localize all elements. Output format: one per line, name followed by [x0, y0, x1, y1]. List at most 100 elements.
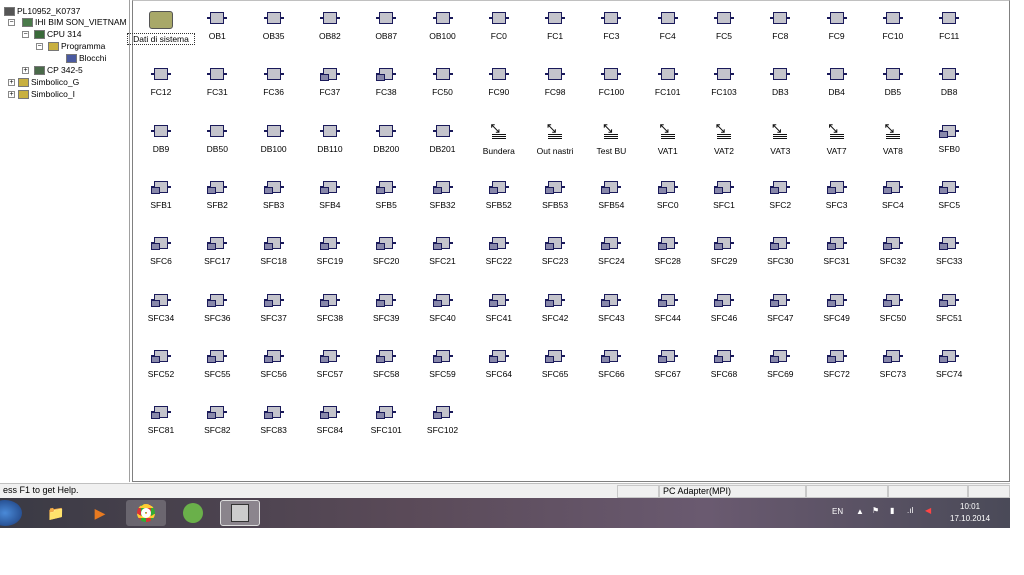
- block-item[interactable]: FC10: [865, 11, 921, 41]
- block-item[interactable]: DB9: [133, 124, 189, 154]
- block-item[interactable]: SFC84: [302, 405, 358, 435]
- block-item[interactable]: FC103: [696, 67, 752, 97]
- block-item[interactable]: SFC21: [415, 236, 471, 266]
- block-item[interactable]: FC90: [471, 67, 527, 97]
- block-item[interactable]: DB100: [246, 124, 302, 154]
- block-item[interactable]: ⤡ Bundera: [471, 123, 527, 156]
- block-item[interactable]: SFC47: [752, 293, 808, 323]
- block-item[interactable]: FC38: [358, 67, 414, 97]
- block-item[interactable]: SFC64: [471, 349, 527, 379]
- block-item[interactable]: Dati di sistema: [127, 11, 195, 45]
- tree-node[interactable]: Programma: [48, 40, 105, 52]
- block-item[interactable]: SFC55: [189, 349, 245, 379]
- tree-node[interactable]: CP 342-5: [34, 64, 83, 76]
- block-item[interactable]: DB4: [809, 67, 865, 97]
- block-item[interactable]: SFC18: [246, 236, 302, 266]
- tree-expander[interactable]: +: [22, 67, 29, 74]
- start-button-icon[interactable]: [0, 500, 22, 526]
- block-item[interactable]: SFB54: [583, 180, 639, 210]
- block-item[interactable]: OB82: [302, 11, 358, 41]
- block-item[interactable]: SFC72: [809, 349, 865, 379]
- block-item[interactable]: SFC59: [415, 349, 471, 379]
- block-item[interactable]: SFC74: [921, 349, 977, 379]
- clock-date[interactable]: 17.10.2014: [950, 514, 990, 523]
- media-player-icon[interactable]: ▶: [80, 500, 120, 526]
- block-item[interactable]: SFC57: [302, 349, 358, 379]
- block-item[interactable]: SFC73: [865, 349, 921, 379]
- block-item[interactable]: OB87: [358, 11, 414, 41]
- block-item[interactable]: DB8: [921, 67, 977, 97]
- block-item[interactable]: SFC4: [865, 180, 921, 210]
- tree-node[interactable]: Simbolico_G: [18, 76, 79, 88]
- tree-node[interactable]: CPU 314: [34, 28, 82, 40]
- block-item[interactable]: SFB53: [527, 180, 583, 210]
- block-item[interactable]: FC12: [133, 67, 189, 97]
- block-item[interactable]: FC31: [189, 67, 245, 97]
- block-item[interactable]: DB3: [752, 67, 808, 97]
- explorer-icon[interactable]: 📁: [36, 500, 76, 526]
- block-item[interactable]: SFC101: [358, 405, 414, 435]
- block-item[interactable]: FC0: [471, 11, 527, 41]
- tree-node[interactable]: IHI BIM SON_VIETNAM: [22, 16, 127, 28]
- block-item[interactable]: SFC5: [921, 180, 977, 210]
- tree-expander[interactable]: −: [22, 31, 29, 38]
- tree-expander[interactable]: +: [8, 91, 15, 98]
- block-item[interactable]: SFC40: [415, 293, 471, 323]
- block-item[interactable]: SFC51: [921, 293, 977, 323]
- block-item[interactable]: ⤡ Out nastri: [527, 123, 583, 156]
- network-signal-icon[interactable]: .ıl: [907, 506, 913, 515]
- block-item[interactable]: SFC20: [358, 236, 414, 266]
- block-item[interactable]: SFC49: [809, 293, 865, 323]
- tree-node[interactable]: Simbolico_I: [18, 88, 75, 100]
- block-item[interactable]: SFC17: [189, 236, 245, 266]
- block-item[interactable]: SFC81: [133, 405, 189, 435]
- block-item[interactable]: SFB3: [246, 180, 302, 210]
- block-item[interactable]: FC101: [640, 67, 696, 97]
- block-item[interactable]: SFB32: [415, 180, 471, 210]
- block-item[interactable]: SFC37: [246, 293, 302, 323]
- block-item[interactable]: FC98: [527, 67, 583, 97]
- block-item[interactable]: ⤡ VAT2: [696, 123, 752, 156]
- block-item[interactable]: DB201: [415, 124, 471, 154]
- block-item[interactable]: SFC58: [358, 349, 414, 379]
- block-item[interactable]: FC3: [583, 11, 639, 41]
- block-item[interactable]: SFB0: [921, 124, 977, 154]
- action-center-flag-icon[interactable]: ⚑: [872, 506, 879, 515]
- block-item[interactable]: FC1: [527, 11, 583, 41]
- block-item[interactable]: DB50: [189, 124, 245, 154]
- tree-expander[interactable]: −: [36, 43, 43, 50]
- block-item[interactable]: SFC65: [527, 349, 583, 379]
- block-item[interactable]: SFC33: [921, 236, 977, 266]
- power-icon[interactable]: ▮: [890, 506, 894, 515]
- block-item[interactable]: FC36: [246, 67, 302, 97]
- block-item[interactable]: FC9: [809, 11, 865, 41]
- block-item[interactable]: FC50: [415, 67, 471, 97]
- block-item[interactable]: DB200: [358, 124, 414, 154]
- block-item[interactable]: SFC6: [133, 236, 189, 266]
- block-item[interactable]: SFB5: [358, 180, 414, 210]
- block-item[interactable]: SFC38: [302, 293, 358, 323]
- block-item[interactable]: FC37: [302, 67, 358, 97]
- block-item[interactable]: FC5: [696, 11, 752, 41]
- block-item[interactable]: FC100: [583, 67, 639, 97]
- block-item[interactable]: SFC39: [358, 293, 414, 323]
- block-item[interactable]: ⤡ Test BU: [583, 123, 639, 156]
- block-item[interactable]: SFC32: [865, 236, 921, 266]
- block-item[interactable]: SFC23: [527, 236, 583, 266]
- show-hidden-icons-icon[interactable]: ▲: [856, 507, 864, 516]
- block-item[interactable]: DB110: [302, 124, 358, 154]
- block-item[interactable]: ⤡ VAT3: [752, 123, 808, 156]
- block-item[interactable]: OB100: [415, 11, 471, 41]
- block-item[interactable]: SFC0: [640, 180, 696, 210]
- block-item[interactable]: SFC28: [640, 236, 696, 266]
- tree-expander[interactable]: −: [8, 19, 15, 26]
- block-item[interactable]: SFC46: [696, 293, 752, 323]
- block-item[interactable]: SFC29: [696, 236, 752, 266]
- chrome-icon[interactable]: [126, 500, 166, 526]
- block-item[interactable]: SFB4: [302, 180, 358, 210]
- block-item[interactable]: SFC30: [752, 236, 808, 266]
- block-item[interactable]: SFC2: [752, 180, 808, 210]
- block-item[interactable]: SFB1: [133, 180, 189, 210]
- block-item[interactable]: SFC19: [302, 236, 358, 266]
- block-item[interactable]: ⤡ VAT7: [809, 123, 865, 156]
